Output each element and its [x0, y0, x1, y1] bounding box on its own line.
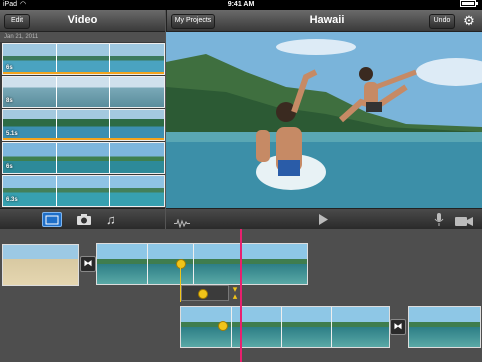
project-toolbar: My Projects Hawaii Undo ⚙ — [166, 10, 482, 32]
browser-clip-5[interactable]: 6.3s — [2, 175, 165, 207]
undo-button[interactable]: Undo — [429, 14, 455, 29]
audio-trim-handle[interactable] — [198, 289, 208, 299]
date-header: Jan 21, 2011 — [0, 32, 165, 42]
media-type-tabs: ♫ — [0, 208, 165, 229]
browser-clip-3[interactable]: 5.1s — [2, 109, 165, 141]
timeline-clip-beach[interactable] — [2, 244, 79, 286]
browser-clip-4[interactable]: 6s — [2, 142, 165, 174]
timeline-clip-girl[interactable] — [408, 306, 481, 348]
microphone-icon[interactable] — [434, 212, 444, 227]
audio-waveform-icon[interactable] — [174, 215, 190, 229]
clip-duration: 5.1s — [6, 131, 18, 137]
clock: 9:41 AM — [227, 1, 255, 8]
trim-handle[interactable] — [218, 321, 228, 331]
transport-bar — [166, 208, 482, 229]
used-clip-marker — [3, 138, 164, 140]
project-timeline[interactable]: ⧓ ▾ ▴ ⧓ — [0, 229, 482, 362]
browser-clip-1[interactable]: 6s — [2, 43, 165, 75]
music-tab-icon[interactable]: ♫ — [106, 212, 120, 227]
project-title: Hawaii — [309, 14, 345, 26]
video-tab-icon[interactable] — [42, 212, 62, 227]
transition-icon[interactable]: ⧓ — [390, 319, 406, 335]
camera-icon[interactable] — [455, 214, 473, 226]
clip-duration: 6s — [6, 164, 13, 170]
playhead[interactable] — [240, 229, 242, 362]
photo-tab-icon[interactable] — [76, 213, 92, 227]
timeline-clip-jumping[interactable] — [96, 243, 308, 285]
browser-toolbar: Edit Video — [0, 10, 165, 32]
edit-button[interactable]: Edit — [4, 14, 30, 29]
transition-editor-icon[interactable]: ▾ ▴ — [230, 285, 240, 301]
status-bar: iPad ◠ 9:41 AM — [0, 0, 482, 10]
browser-clip-2[interactable]: 8s — [2, 76, 165, 108]
clip-duration: 6s — [6, 65, 13, 71]
clip-duration: 8s — [6, 98, 13, 104]
settings-gear-icon[interactable]: ⚙ — [461, 13, 477, 28]
browser-title: Video — [67, 14, 98, 26]
trim-handle[interactable] — [176, 259, 186, 269]
timeline-clip-swimming[interactable] — [180, 306, 390, 348]
clip-duration: 6.3s — [6, 197, 18, 203]
video-viewer[interactable] — [166, 32, 482, 208]
my-projects-button[interactable]: My Projects — [171, 14, 215, 29]
used-clip-marker — [3, 72, 164, 74]
play-icon[interactable] — [316, 213, 330, 226]
transition-icon[interactable]: ⧓ — [80, 256, 96, 272]
